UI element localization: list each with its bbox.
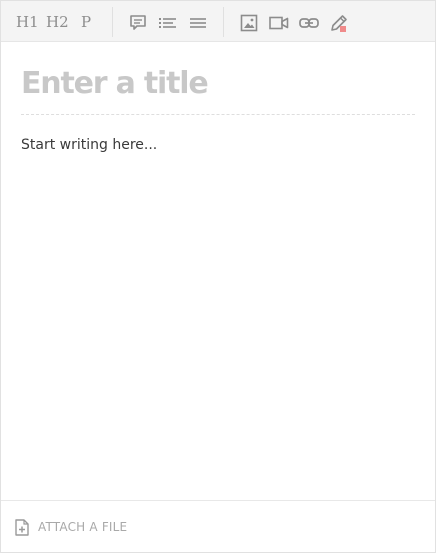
heading-1-button[interactable]: H1 xyxy=(16,12,39,32)
toolbar: H1 H2 P xyxy=(1,1,435,42)
toolbar-divider xyxy=(112,7,113,37)
heading-2-button[interactable]: H2 xyxy=(46,12,69,32)
add-file-icon xyxy=(15,518,29,536)
title-input[interactable] xyxy=(21,63,415,115)
footer: ATTACH A FILE xyxy=(1,500,435,552)
image-icon[interactable] xyxy=(239,13,259,33)
pencil-icon[interactable] xyxy=(329,13,349,33)
separator-lines-icon[interactable] xyxy=(188,13,208,33)
paragraph-button[interactable]: P xyxy=(81,12,91,32)
quote-icon[interactable] xyxy=(128,13,148,33)
link-icon[interactable] xyxy=(299,13,319,33)
attach-file-button[interactable]: ATTACH A FILE xyxy=(15,517,127,537)
body-textarea[interactable] xyxy=(21,133,415,493)
attach-file-label: ATTACH A FILE xyxy=(38,520,128,534)
bulleted-list-icon[interactable] xyxy=(158,13,178,33)
editor: H1 H2 P Enter a title Start writing here… xyxy=(0,0,436,553)
toolbar-divider xyxy=(223,7,224,37)
video-icon[interactable] xyxy=(269,13,289,33)
